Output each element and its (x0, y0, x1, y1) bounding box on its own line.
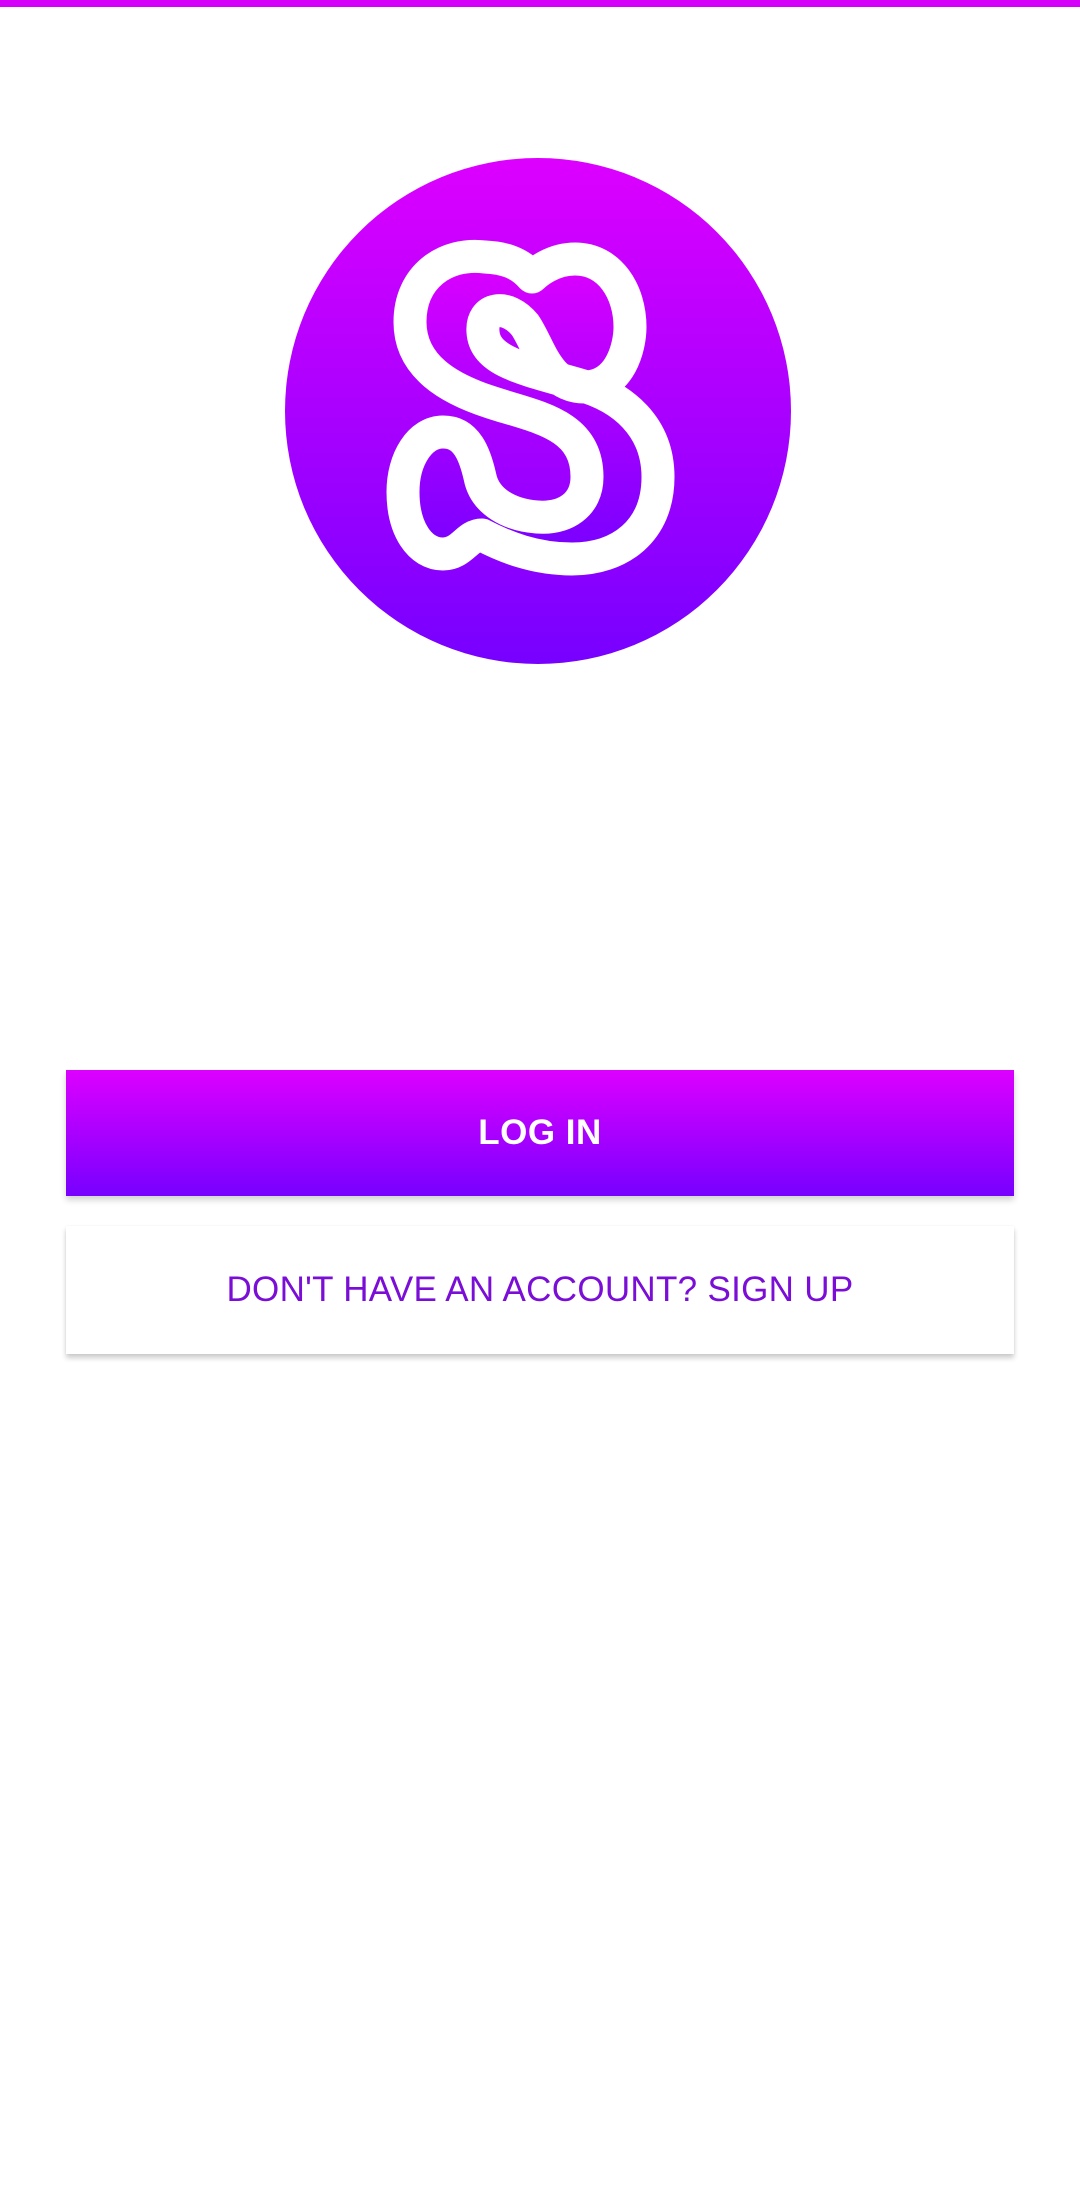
login-button[interactable]: LOG IN (66, 1070, 1014, 1196)
app-logo-icon (285, 157, 791, 665)
top-accent-bar (0, 0, 1080, 7)
signup-button[interactable]: DON'T HAVE AN ACCOUNT? SIGN UP (66, 1226, 1014, 1354)
